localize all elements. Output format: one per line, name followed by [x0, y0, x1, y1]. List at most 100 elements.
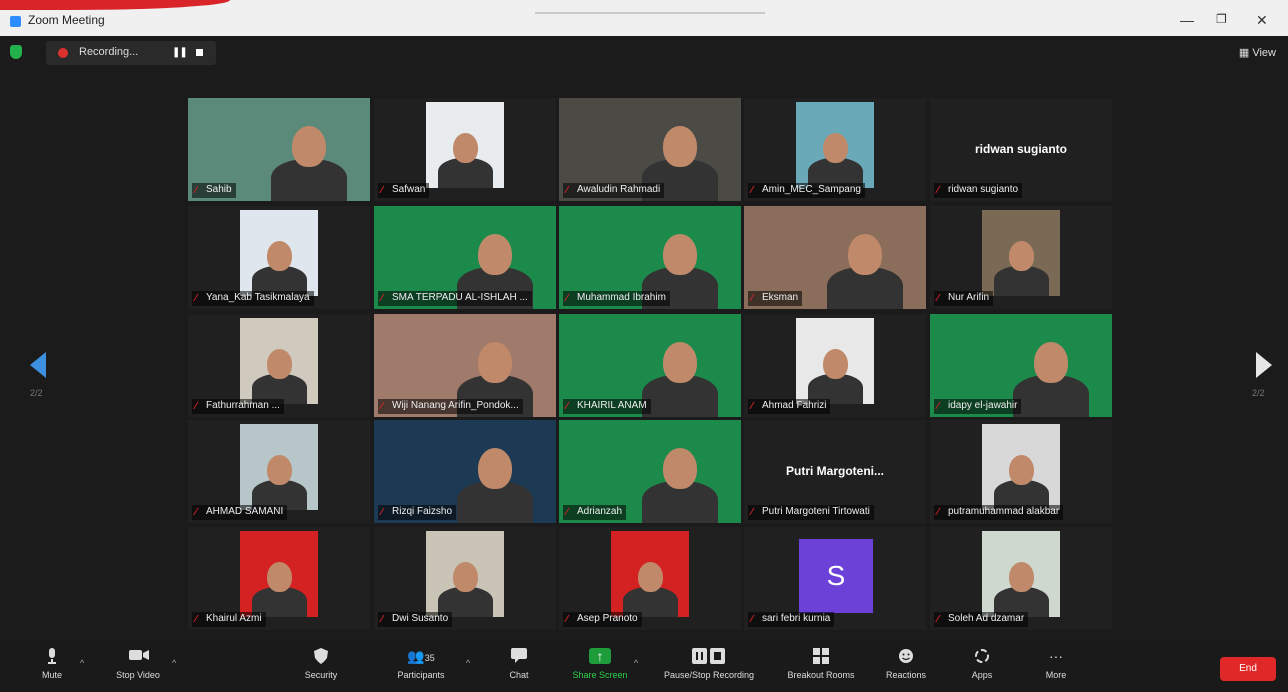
view-button[interactable]: ▦ View [1239, 46, 1276, 59]
muted-microphone-icon: ⁄ [937, 614, 939, 625]
participant-video [982, 424, 1060, 510]
participant-face [452, 133, 478, 163]
restore-button[interactable]: ❐ [1216, 12, 1227, 26]
muted-microphone-icon: ⁄ [381, 507, 383, 518]
recording-dot-icon [58, 48, 68, 58]
participant-name-label: ⁄ Asep Pranoto [563, 612, 642, 627]
apps-icon [973, 648, 991, 664]
muted-microphone-icon: ⁄ [195, 185, 197, 196]
video-options-chevron-icon[interactable]: ^ [172, 658, 176, 668]
participant-name-label: ⁄ Nur Arifin [934, 291, 994, 306]
participant-tile[interactable]: ⁄ Fathurrahman ... [188, 314, 370, 417]
participants-button[interactable]: 👥35 Participants [386, 648, 456, 680]
muted-microphone-icon: ⁄ [381, 185, 383, 196]
close-button[interactable]: ✕ [1256, 12, 1268, 29]
muted-microphone-icon: ⁄ [751, 401, 753, 412]
participant-face [1008, 455, 1034, 485]
participant-tile[interactable]: ⁄ Muhammad Ibrahim [559, 206, 741, 309]
participant-tile[interactable]: ⁄ AHMAD SAMANI [188, 420, 370, 523]
participant-tile[interactable]: ⁄ KHAIRIL ANAM [559, 314, 741, 417]
apps-button[interactable]: Apps [962, 648, 1002, 680]
participant-name: Sahib [206, 184, 232, 195]
participant-tile[interactable]: ⁄ Rizqi Faizsho [374, 420, 556, 523]
pause-stop-recording-button[interactable]: Pause/Stop Recording [652, 648, 766, 680]
next-page-arrow-icon[interactable] [1256, 352, 1272, 378]
participant-tile[interactable]: S ⁄ sari febri kurnia [744, 527, 926, 630]
participant-tile[interactable]: ⁄ Wiji Nanang Arifin_Pondok... [374, 314, 556, 417]
security-button[interactable]: Security [296, 648, 346, 680]
participant-name-label: ⁄ Khairul Azmi [192, 612, 266, 627]
page-indicator-left: 2/2 [30, 388, 43, 398]
participant-tile[interactable]: ⁄ Adrianzah [559, 420, 741, 523]
recording-indicator: Recording... ❚❚ [46, 41, 216, 65]
participants-options-chevron-icon[interactable]: ^ [466, 658, 470, 668]
participant-face [452, 562, 478, 592]
participant-tile[interactable]: ridwan sugianto ⁄ ridwan sugianto [930, 98, 1112, 201]
participant-name: Ahmad Fahrizi [762, 400, 827, 411]
muted-microphone-icon: ⁄ [566, 507, 568, 518]
minimize-button[interactable]: — [1180, 12, 1194, 28]
participant-tile[interactable]: ⁄ Awaludin Rahmadi [559, 98, 741, 201]
participant-video [240, 424, 318, 510]
title-separator [535, 12, 765, 14]
participant-video [982, 531, 1060, 617]
muted-microphone-icon: ⁄ [937, 401, 939, 412]
participant-tile[interactable]: Putri Margoteni... ⁄ Putri Margoteni Tirto… [744, 420, 926, 523]
participant-tile[interactable]: ⁄ SMA TERPADU AL-ISHLAH ... [374, 206, 556, 309]
participant-face [1008, 241, 1034, 271]
participant-tile[interactable]: ⁄ Yana_Kab Tasikmalaya [188, 206, 370, 309]
participant-tile[interactable]: ⁄ Amin_MEC_Sampang [744, 98, 926, 201]
meeting-toolbar: Mute ^ Stop Video ^ Security 👥35 Partici… [0, 640, 1288, 692]
muted-microphone-icon: ⁄ [937, 185, 939, 196]
muted-microphone-icon: ⁄ [195, 293, 197, 304]
participant-name-label: ⁄ Safwan [378, 183, 430, 198]
participant-tile[interactable]: ⁄ Eksman [744, 206, 926, 309]
participant-name-label: ⁄ Soleh Ad dzamar [934, 612, 1029, 627]
more-button[interactable]: ··· More [1036, 648, 1076, 680]
participant-tile[interactable]: ⁄ Dwi Susanto [374, 527, 556, 630]
participant-face [478, 234, 512, 275]
chat-button[interactable]: Chat [502, 648, 536, 680]
participant-name-label: ⁄ Putri Margoteni Tirtowati [748, 505, 874, 520]
participant-tile[interactable]: ⁄ Khairul Azmi [188, 527, 370, 630]
participant-tile[interactable]: ⁄ Soleh Ad dzamar [930, 527, 1112, 630]
muted-microphone-icon: ⁄ [566, 185, 568, 196]
reactions-button[interactable]: Reactions [876, 648, 936, 680]
muted-microphone-icon: ⁄ [195, 507, 197, 518]
participant-video [240, 318, 318, 404]
participant-face [266, 349, 292, 379]
muted-microphone-icon: ⁄ [751, 293, 753, 304]
muted-microphone-icon: ⁄ [937, 293, 939, 304]
participant-tile[interactable]: ⁄ Nur Arifin [930, 206, 1112, 309]
shield-icon[interactable] [10, 45, 22, 59]
share-screen-button[interactable]: ↑ Share Screen [566, 648, 634, 680]
stop-recording-icon[interactable] [196, 49, 203, 56]
participant-face [266, 562, 292, 592]
participant-face [478, 448, 512, 489]
participant-name: Wiji Nanang Arifin_Pondok... [392, 400, 519, 411]
participant-name-label: ⁄ Muhammad Ibrahim [563, 291, 670, 306]
participant-name-label: ⁄ putramuhammad alakbar [934, 505, 1064, 520]
previous-page-arrow-icon[interactable] [30, 352, 46, 378]
participant-tile[interactable]: ⁄ Safwan [374, 98, 556, 201]
pause-stop-icon [691, 648, 727, 664]
audio-options-chevron-icon[interactable]: ^ [80, 658, 84, 668]
participant-tile[interactable]: ⁄ Ahmad Fahrizi [744, 314, 926, 417]
participant-tile[interactable]: ⁄ idapy el-jawahir [930, 314, 1112, 417]
participant-tile[interactable]: ⁄ Sahib [188, 98, 370, 201]
title-bar: Zoom Meeting — ❐ ✕ [0, 0, 1288, 36]
pause-recording-icon[interactable]: ❚❚ [172, 47, 188, 58]
participant-name: Eksman [762, 292, 799, 303]
participant-tile[interactable]: ⁄ Asep Pranoto [559, 527, 741, 630]
participant-letter-avatar: S [799, 539, 873, 613]
participant-name-label: ⁄ Dwi Susanto [378, 612, 453, 627]
share-options-chevron-icon[interactable]: ^ [634, 658, 638, 668]
security-shield-icon [312, 648, 330, 664]
mute-button[interactable]: Mute [36, 648, 68, 680]
stop-video-button[interactable]: Stop Video [106, 648, 170, 680]
participant-video [796, 102, 874, 188]
participant-face [663, 126, 697, 167]
breakout-rooms-button[interactable]: Breakout Rooms [776, 648, 866, 680]
end-meeting-button[interactable]: End [1220, 657, 1276, 681]
participant-tile[interactable]: ⁄ putramuhammad alakbar [930, 420, 1112, 523]
